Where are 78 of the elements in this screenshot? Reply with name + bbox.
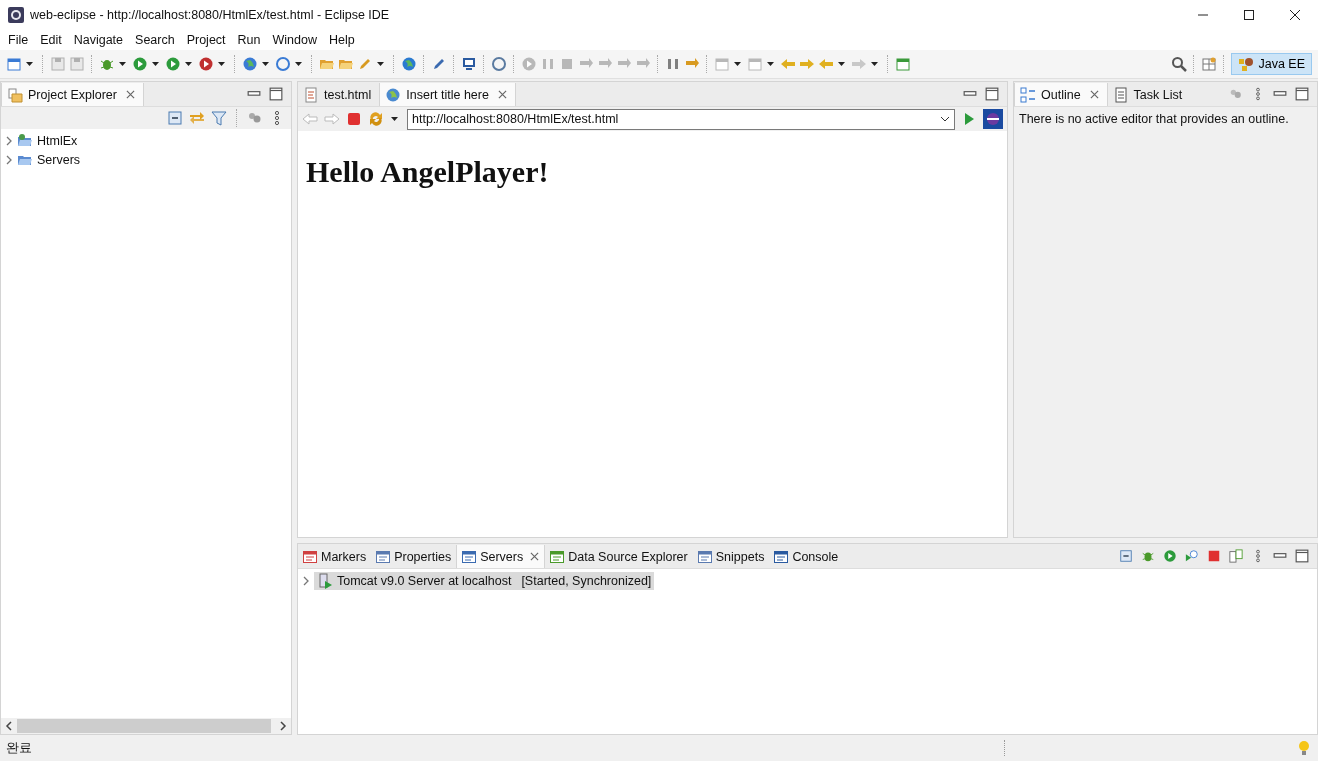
caret-icon[interactable] — [185, 62, 192, 66]
status-message: 완료 — [6, 739, 32, 757]
open-perspective-icon[interactable] — [1201, 56, 1218, 72]
outline-icon — [1020, 86, 1036, 103]
panel-tab[interactable]: Data Source Explorer — [545, 545, 693, 568]
globe-icon[interactable] — [401, 56, 417, 72]
folder-icon — [7, 86, 23, 103]
view-icon — [773, 548, 790, 565]
maximize-icon[interactable] — [269, 87, 283, 101]
caret-icon[interactable] — [295, 62, 302, 66]
lightbulb-icon[interactable] — [1296, 740, 1312, 756]
maximize-icon[interactable] — [1295, 549, 1309, 563]
panel-tab[interactable]: Project Explorer — [1, 83, 144, 106]
panel-tab[interactable]: Outline — [1014, 83, 1108, 106]
caret-icon[interactable] — [838, 62, 845, 66]
caret-icon[interactable] — [940, 116, 950, 122]
window-title: web-eclipse - http://localhost:8080/HtmlEx/test.html - Eclipse IDE — [30, 8, 390, 22]
menu-item[interactable]: Edit — [34, 33, 68, 47]
caret-icon[interactable] — [391, 117, 398, 121]
filter-icon[interactable] — [211, 110, 227, 126]
panel-tab[interactable]: Task List — [1107, 83, 1191, 106]
globe-icon — [385, 86, 402, 103]
url-field[interactable]: http://localhost:8080/HtmlEx/test.html — [407, 108, 955, 130]
panel-tab[interactable]: Markers — [298, 545, 372, 568]
collapse-all-icon[interactable] — [1119, 549, 1133, 563]
caret-icon[interactable] — [119, 62, 126, 66]
folder-icon — [17, 132, 33, 149]
collapse-all-icon[interactable] — [167, 110, 183, 126]
menu-item[interactable]: Help — [322, 33, 361, 47]
server-item[interactable]: Tomcat v9.0 Server at localhost [Started, Synchronized] — [314, 571, 655, 590]
caret-icon[interactable] — [26, 62, 33, 66]
search-icon[interactable] — [1171, 56, 1188, 72]
stop-icon[interactable] — [1207, 549, 1221, 563]
refresh-icon[interactable] — [368, 111, 384, 127]
view-icon — [696, 548, 713, 565]
menu-item[interactable]: Run — [231, 33, 267, 47]
view-icon — [549, 548, 566, 565]
menu-item[interactable]: File — [2, 33, 35, 47]
page-heading: Hello AngelPlayer! — [306, 155, 550, 189]
task-list-icon — [1112, 86, 1129, 103]
tree-item[interactable]: HtmlEx — [37, 133, 78, 148]
view-icon — [375, 548, 392, 565]
view-icon — [461, 548, 478, 565]
tree-item[interactable]: Servers — [37, 152, 81, 167]
caret-icon[interactable] — [218, 62, 225, 66]
maximize-icon[interactable] — [985, 87, 999, 101]
perspective-icon — [1238, 56, 1255, 72]
monitor-icon[interactable] — [461, 56, 477, 72]
panel-tab[interactable]: Snippets — [692, 545, 770, 568]
view-icon — [302, 548, 318, 565]
stop-icon[interactable] — [346, 111, 362, 127]
eclipse-browser-icon[interactable] — [983, 109, 1003, 129]
caret-icon[interactable] — [871, 62, 878, 66]
panel-tab[interactable]: Properties — [371, 545, 457, 568]
caret-icon[interactable] — [767, 62, 774, 66]
panel-tab[interactable]: Console — [769, 545, 844, 568]
start-icon[interactable] — [1163, 549, 1177, 563]
menu-item[interactable]: Navigate — [67, 33, 130, 47]
editor-tab[interactable]: Insert title here — [379, 83, 516, 106]
java-ee-perspective-button[interactable]: Java EE — [1231, 53, 1312, 75]
editor-tab[interactable]: test.html — [298, 83, 380, 106]
menu-item[interactable]: Window — [266, 33, 323, 47]
horizontal-scrollbar[interactable] — [1, 718, 291, 734]
outline-message: There is no active editor that provides an outline. — [1019, 112, 1289, 126]
maximize-icon[interactable] — [1295, 87, 1309, 101]
menu-item[interactable]: Project — [180, 33, 232, 47]
new-window-icon[interactable] — [6, 56, 22, 72]
run-icon[interactable] — [132, 56, 148, 72]
dots-icon[interactable] — [1229, 87, 1243, 101]
caret-icon[interactable] — [377, 62, 384, 66]
caret-icon[interactable] — [734, 62, 741, 66]
eclipse-logo-icon — [8, 7, 24, 23]
panel-tab[interactable]: Servers — [456, 545, 546, 568]
html-file-icon — [303, 86, 319, 103]
caret-icon[interactable] — [152, 62, 159, 66]
caret-icon[interactable] — [262, 62, 269, 66]
menu-item[interactable]: Search — [129, 33, 181, 47]
server-icon — [317, 572, 333, 589]
